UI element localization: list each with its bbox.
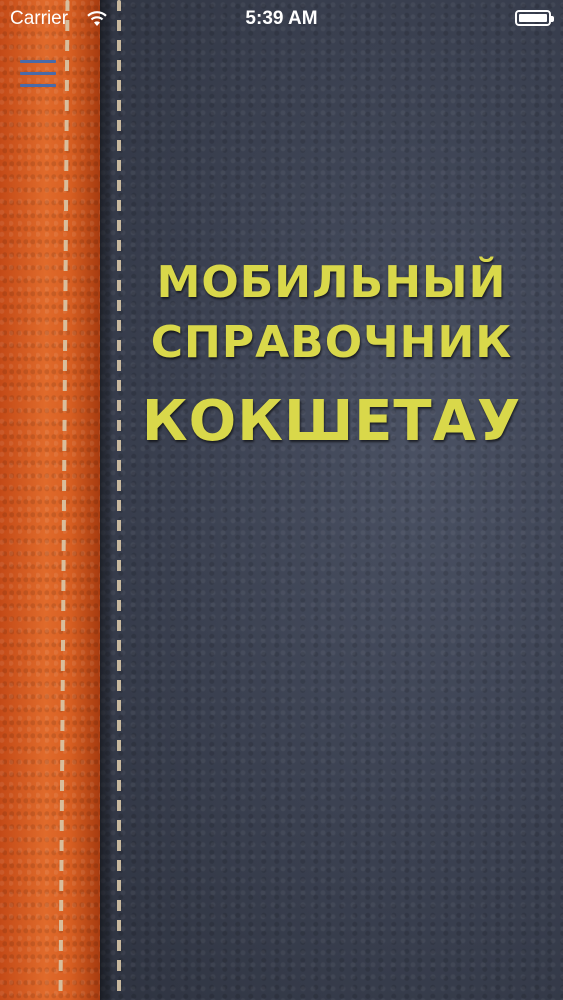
title-line-mobile: МОБИЛЬНЫЙ [156, 257, 507, 308]
city-title: КОКШЕТАУ [141, 389, 522, 454]
status-bar: Carrier 5:39 AM [0, 0, 563, 38]
stitch-right [117, 0, 121, 1000]
blue-leather-panel [100, 0, 563, 1000]
seam-shadow [100, 0, 114, 1000]
battery-icon [515, 10, 554, 26]
title-line-directory: СПРАВОЧНИК [150, 317, 513, 368]
orange-leather-panel [0, 0, 100, 1000]
status-time: 5:39 AM [245, 8, 318, 29]
menu-line [20, 84, 56, 87]
title-block: МОБИЛЬНЫЙ СПРАВОЧНИК КОКШЕТАУ [100, 255, 563, 457]
menu-line [20, 60, 56, 63]
menu-line [20, 72, 56, 75]
hamburger-menu-icon[interactable] [20, 58, 56, 90]
